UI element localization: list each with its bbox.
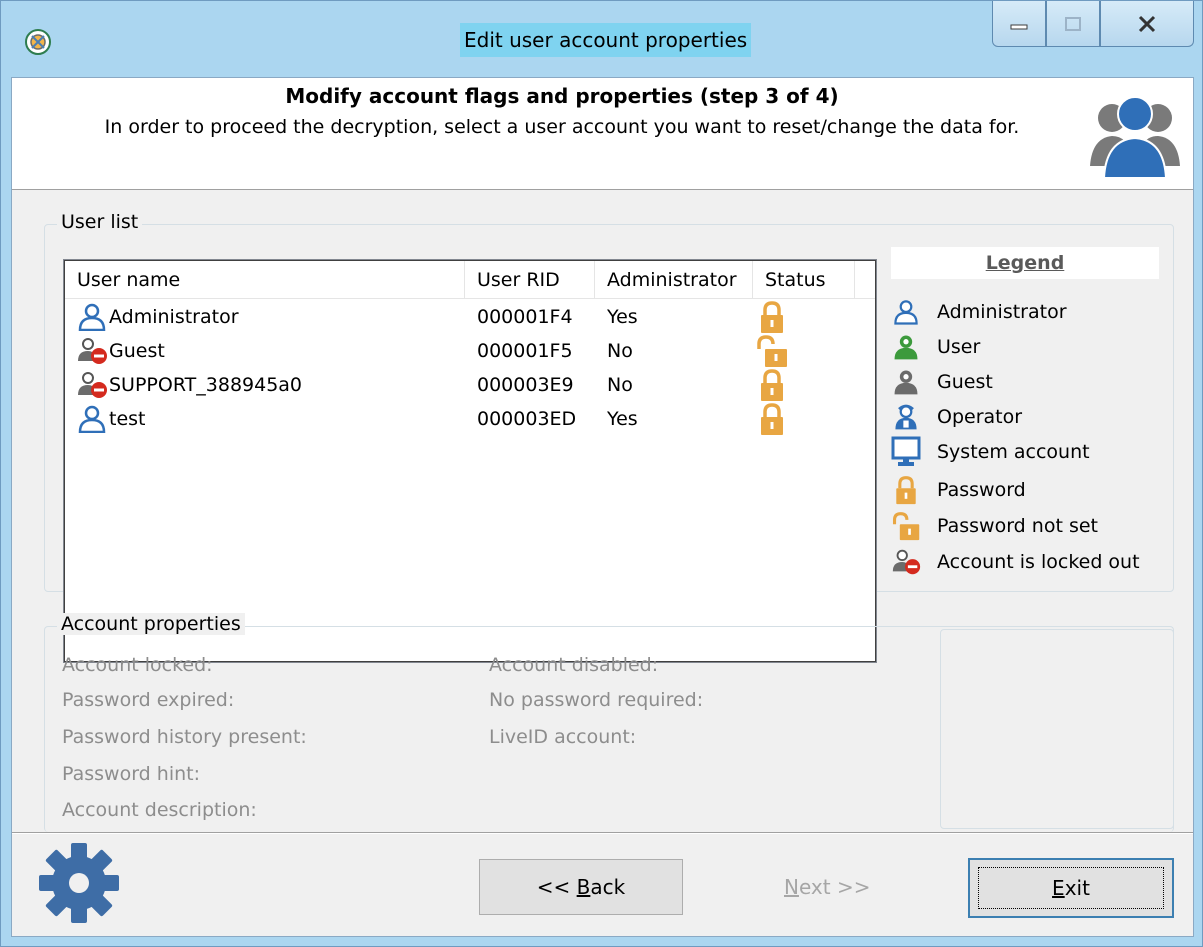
user-admin: Yes xyxy=(607,306,638,328)
account-picture-panel xyxy=(940,629,1174,829)
user-rid: 000001F4 xyxy=(477,306,573,328)
legend-item-operator: Operator xyxy=(889,400,1022,434)
locked-out-icon xyxy=(892,549,921,575)
system-account-icon xyxy=(891,436,921,466)
table-row[interactable]: Administrator 000001F4 Yes xyxy=(65,300,875,334)
locked-out-icon xyxy=(78,338,107,364)
user-rid: 000001F5 xyxy=(477,340,573,362)
legend-label: Administrator xyxy=(937,301,1067,323)
legend-label: Password not set xyxy=(937,515,1098,537)
prop-account-description: Account description: xyxy=(62,799,257,821)
account-properties-label: Account properties xyxy=(57,613,245,635)
user-name: Guest xyxy=(109,340,165,362)
back-button-prefix: << xyxy=(536,875,577,899)
minimize-button[interactable] xyxy=(992,1,1046,47)
step-description: In order to proceed the decryption, sele… xyxy=(104,116,1020,138)
user-admin: Yes xyxy=(607,408,638,430)
app-window: Edit user account properties Modify acco… xyxy=(0,0,1203,947)
user-name: Administrator xyxy=(109,306,239,328)
legend-panel: Legend Administrator User Guest Operator… xyxy=(889,245,1161,653)
guest-icon xyxy=(894,370,918,395)
legend-item-locked-out: Account is locked out xyxy=(889,545,1140,579)
administrator-icon xyxy=(894,300,918,325)
next-button[interactable]: Next >> xyxy=(784,875,870,899)
user-name: test xyxy=(109,408,146,430)
legend-label: Guest xyxy=(937,371,993,393)
maximize-button[interactable] xyxy=(1046,1,1100,47)
legend-item-user: User xyxy=(889,330,980,364)
legend-label: User xyxy=(937,336,981,358)
prop-account-locked: Account locked: xyxy=(62,654,213,676)
legend-label: System account xyxy=(937,441,1090,463)
legend-item-administrator: Administrator xyxy=(889,295,1067,329)
close-icon xyxy=(1138,15,1156,32)
password-lock-icon xyxy=(761,403,783,435)
administrator-icon xyxy=(78,303,106,331)
user-admin: No xyxy=(607,374,633,396)
prop-password-expired: Password expired: xyxy=(62,689,235,711)
caption-buttons xyxy=(992,1,1194,47)
user-list-header: User name User RID Administrator Status xyxy=(65,261,875,299)
exit-button-accel: E xyxy=(1052,875,1065,900)
back-button[interactable]: << Back xyxy=(479,859,683,915)
prop-no-password-required: No password required: xyxy=(489,689,704,711)
locked-out-icon xyxy=(78,372,107,398)
legend-title: Legend xyxy=(891,247,1159,279)
user-admin: No xyxy=(607,340,633,362)
user-rid: 000003ED xyxy=(477,408,577,430)
title-bar[interactable]: Edit user account properties xyxy=(1,1,1202,77)
user-name: SUPPORT_388945a0 xyxy=(109,374,303,396)
exit-button[interactable]: Exit xyxy=(968,858,1174,918)
password-lock-icon xyxy=(896,476,916,505)
column-status[interactable]: Status xyxy=(753,261,855,299)
prop-liveid-account: LiveID account: xyxy=(489,726,637,748)
operator-icon xyxy=(895,404,917,430)
user-list-label: User list xyxy=(57,211,143,233)
legend-item-guest: Guest xyxy=(889,365,993,399)
administrator-icon xyxy=(78,405,106,433)
footer-separator xyxy=(12,832,1193,834)
prop-account-disabled: Account disabled: xyxy=(489,654,659,676)
gear-icon xyxy=(39,843,119,923)
table-row[interactable]: Guest 000001F5 No xyxy=(65,334,875,368)
legend-item-system-account: System account xyxy=(889,435,1090,469)
legend-label: Password xyxy=(937,479,1026,501)
user-icon xyxy=(894,335,918,360)
wizard-header: Modify account flags and properties (ste… xyxy=(12,78,1193,190)
wizard-client: Modify account flags and properties (ste… xyxy=(11,77,1194,937)
password-not-set-icon xyxy=(757,335,787,367)
user-rid: 000003E9 xyxy=(477,374,574,396)
prop-password-history: Password history present: xyxy=(62,726,307,748)
password-lock-icon xyxy=(761,301,783,333)
user-list-view[interactable]: User name User RID Administrator Status … xyxy=(63,259,877,663)
table-row[interactable]: test 000003ED Yes xyxy=(65,402,875,436)
column-user-rid[interactable]: User RID xyxy=(465,261,595,299)
back-button-accel: B xyxy=(576,875,591,899)
password-not-set-icon xyxy=(892,512,920,541)
maximize-icon xyxy=(1065,16,1081,31)
legend-label: Operator xyxy=(937,406,1023,428)
prop-password-hint: Password hint: xyxy=(62,763,201,785)
legend-label: Account is locked out xyxy=(937,551,1140,573)
exit-button-rest: xit xyxy=(1064,875,1090,900)
column-administrator[interactable]: Administrator xyxy=(595,261,753,299)
close-button[interactable] xyxy=(1100,1,1194,47)
window-title: Edit user account properties xyxy=(460,23,752,57)
wizard-icon[interactable] xyxy=(23,27,53,57)
legend-item-password-not-set: Password not set xyxy=(889,509,1098,543)
users-group-icon xyxy=(1090,96,1180,178)
column-user-name[interactable]: User name xyxy=(65,261,465,299)
table-row[interactable]: SUPPORT_388945a0 000003E9 No xyxy=(65,368,875,402)
back-button-rest: ack xyxy=(590,875,626,899)
next-button-accel: N xyxy=(784,875,799,899)
password-lock-icon xyxy=(761,369,783,401)
minimize-icon xyxy=(1010,24,1028,29)
next-button-rest: ext >> xyxy=(798,875,871,899)
step-title: Modify account flags and properties (ste… xyxy=(285,84,839,108)
legend-item-password: Password xyxy=(889,473,1026,507)
